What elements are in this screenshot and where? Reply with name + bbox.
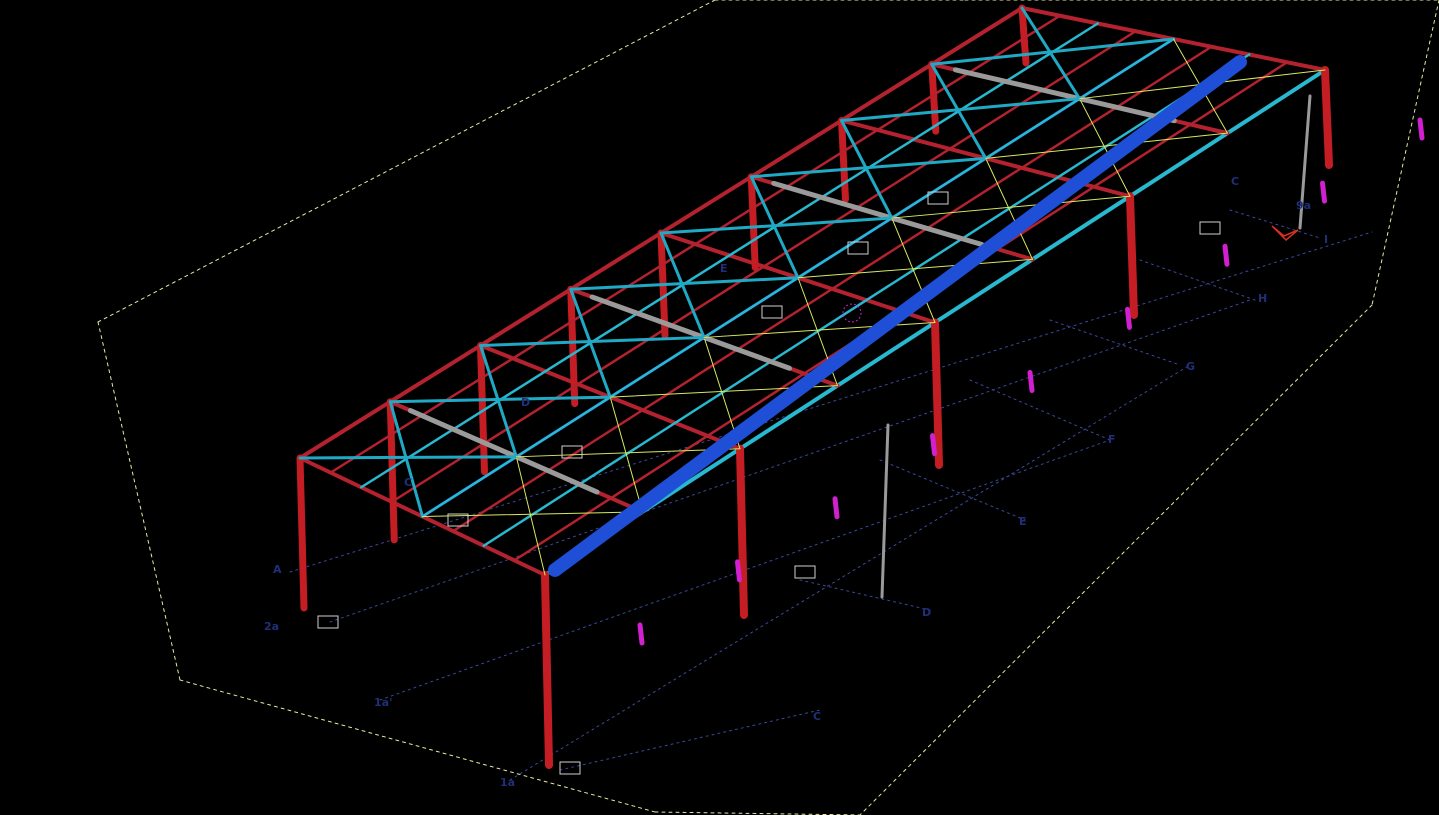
grid-label-2a: 2a xyxy=(264,620,280,633)
grid-axis-line xyxy=(799,579,931,611)
connection-marker xyxy=(1320,180,1327,204)
grid-label-d: D xyxy=(922,606,932,619)
grid-label-d-top: D xyxy=(521,396,531,409)
3d-model-viewport[interactable]: A 2a 1a' 1a C D E F G H I 9a C C D E xyxy=(0,0,1439,815)
grid-axis-line xyxy=(1229,209,1321,239)
column-left xyxy=(296,454,308,612)
grid-label-1a-prime: 1a' xyxy=(374,696,393,709)
bounding-box-edge xyxy=(97,321,181,681)
connection-marker xyxy=(930,433,937,457)
grid-label-c-right: C xyxy=(1231,175,1240,188)
connection-marker xyxy=(735,559,742,583)
purlin xyxy=(329,14,1062,474)
connection-marker xyxy=(1417,117,1425,141)
grid-axis-line xyxy=(289,231,1373,573)
grid-label-g: G xyxy=(1186,360,1196,373)
base-plate xyxy=(1199,221,1221,235)
connection-marker xyxy=(637,622,645,646)
column-right xyxy=(736,444,748,619)
base-plate xyxy=(761,305,783,319)
connection-marker xyxy=(832,496,840,520)
column-right xyxy=(541,571,553,769)
column-left xyxy=(747,173,759,271)
grid-label-h: H xyxy=(1258,292,1268,305)
grid-axis-line xyxy=(559,709,821,771)
bounding-box-edge xyxy=(179,679,656,813)
column-right xyxy=(1321,66,1333,169)
grid-axis-line xyxy=(879,459,1026,521)
grid-label-a: A xyxy=(273,563,282,576)
gable-column xyxy=(880,423,890,599)
grid-label-e: E xyxy=(1019,515,1027,528)
grid-label-f: F xyxy=(1108,433,1116,446)
grid-label-9a: 9a xyxy=(1296,199,1312,212)
bounding-box-edge xyxy=(1371,0,1439,306)
roof-bracing xyxy=(298,455,518,460)
connection-marker xyxy=(1125,306,1132,330)
connection-marker xyxy=(1222,243,1230,267)
grid-label-c-top: C xyxy=(404,476,413,489)
column-left xyxy=(386,398,398,544)
grid-label-c: C xyxy=(813,710,822,723)
bounding-box-edge xyxy=(97,0,716,323)
column-right xyxy=(1126,192,1138,319)
base-plate xyxy=(559,761,581,775)
steel-frame-model[interactable] xyxy=(0,0,1439,815)
column-left xyxy=(928,60,940,135)
connection-marker xyxy=(1027,370,1035,393)
ucs-axis-icon xyxy=(1271,225,1299,242)
grid-label-e-top: E xyxy=(720,262,728,275)
base-plate xyxy=(794,565,816,579)
column-left xyxy=(838,117,849,203)
grid-label-1a: 1a xyxy=(500,776,516,789)
grid-axis-line xyxy=(969,379,1111,441)
grid-label-i: I xyxy=(1324,233,1329,246)
grid-axis-line xyxy=(509,364,1191,781)
base-plate xyxy=(317,615,339,629)
grid-axis-line xyxy=(1139,259,1256,301)
